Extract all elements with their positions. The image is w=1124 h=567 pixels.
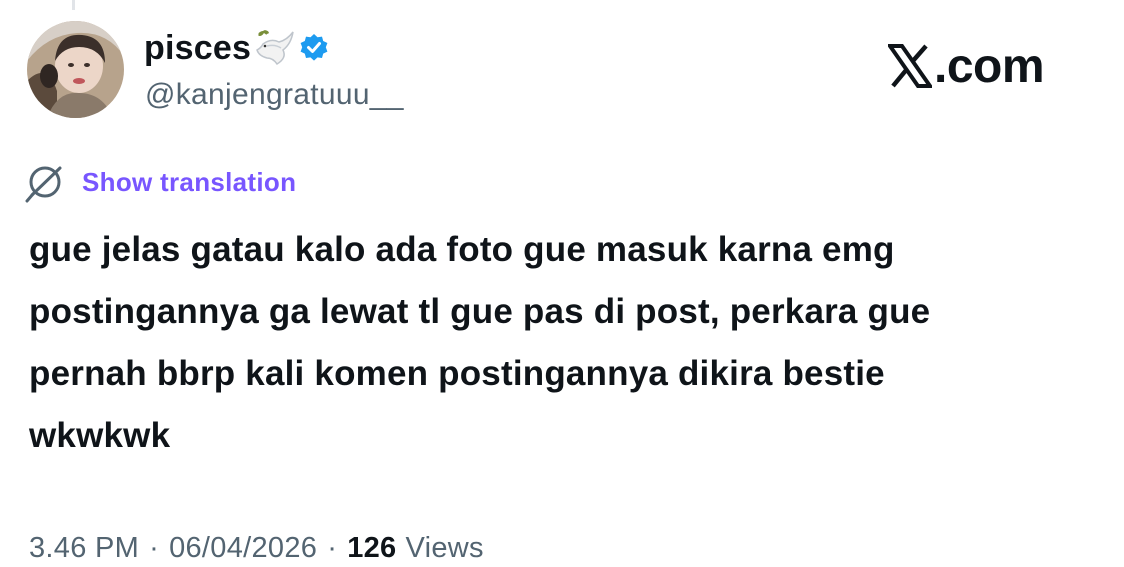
x-logo-icon (886, 43, 934, 89)
tweet-text: gue jelas gatau kalo ada foto gue masuk … (29, 219, 1089, 467)
tweet-text-line: postingannya ga lewat tl gue pas di post… (29, 292, 931, 331)
tweet-date[interactable]: 06/04/2026 (169, 532, 317, 565)
views-label: Views (405, 532, 484, 564)
thread-connector-line (72, 0, 75, 10)
verified-badge-icon[interactable] (299, 33, 329, 63)
meta-separator: · (327, 532, 338, 564)
tweet-text-line: pernah bbrp kali komen postingannya diki… (29, 354, 885, 393)
avatar[interactable] (27, 21, 124, 118)
tweet-text-line: gue jelas gatau kalo ada foto gue masuk … (29, 230, 895, 269)
globe-slash-icon (24, 161, 66, 203)
views-count: 126 (347, 532, 397, 564)
show-translation-link[interactable]: Show translation (82, 167, 296, 198)
dove-with-olive-branch-icon (253, 28, 295, 68)
tweet-metadata: 3.46 PM · 06/04/2026 · 126 Views (29, 532, 484, 565)
tweet-text-line: wkwkwk (29, 416, 171, 455)
user-handle[interactable]: @kanjengratuuu__ (145, 78, 404, 112)
tweet-time[interactable]: 3.46 PM (29, 532, 139, 565)
meta-separator: · (149, 532, 160, 564)
display-name[interactable]: pisces (144, 29, 251, 68)
x-com-logo: .com (886, 36, 1045, 96)
brand-domain-text: .com (934, 39, 1045, 93)
user-name-row[interactable]: pisces (144, 28, 329, 68)
profile-photo-icon (27, 21, 124, 118)
show-translation-row[interactable]: Show translation (24, 160, 296, 204)
